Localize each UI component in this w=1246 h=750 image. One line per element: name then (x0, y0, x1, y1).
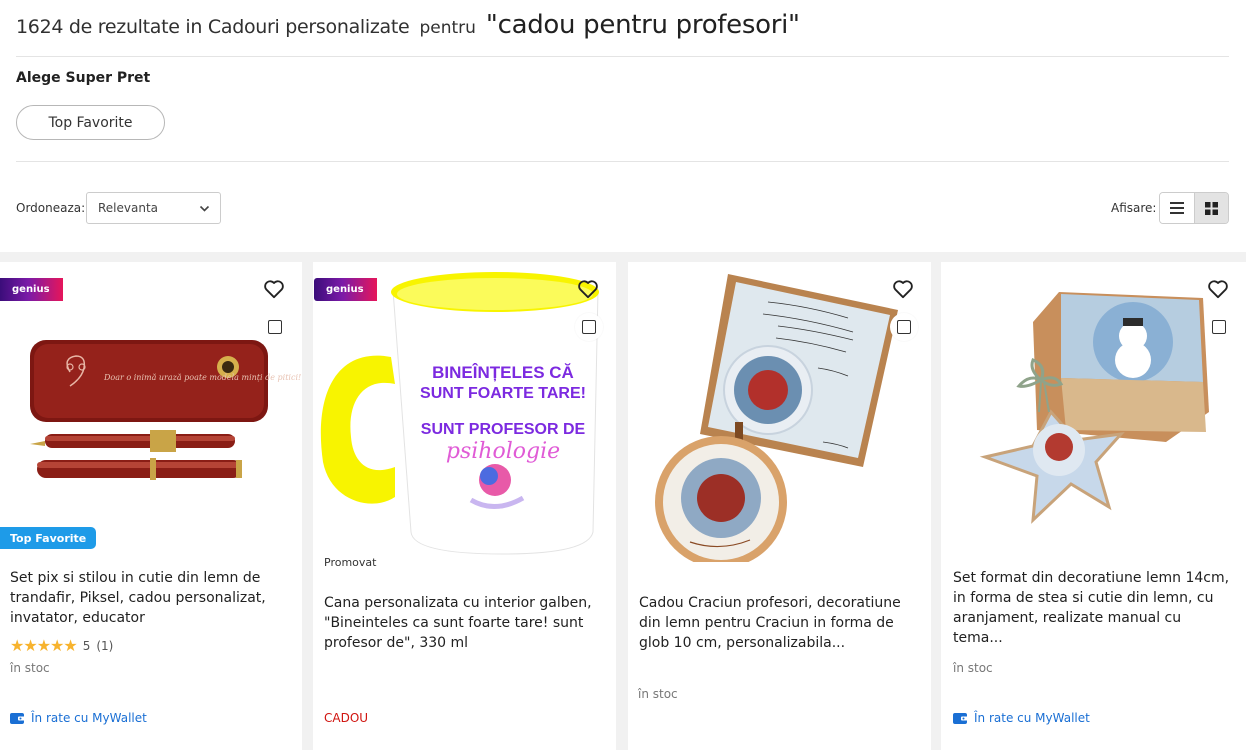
mug-text-line: SUNT FOARTE TARE! (420, 385, 586, 402)
results-for-label: pentru (419, 18, 476, 38)
mug-text-line: psihologie (446, 439, 560, 464)
product-card[interactable]: Set format din decoratiune lemn 14cm, in… (941, 262, 1246, 750)
product-title[interactable]: Cadou Craciun profesori, decoratiune din… (639, 593, 919, 653)
sort-select[interactable]: Relevanta (86, 192, 221, 224)
top-favorite-filter-chip[interactable]: Top Favorite (16, 105, 165, 140)
product-image[interactable]: BINEÎNȚELES CĂ SUNT FOARTE TARE! SUNT PR… (313, 262, 616, 562)
results-count: 1624 de rezultate in Cadouri personaliza… (16, 16, 410, 38)
filter-title: Alege Super Pret (16, 70, 151, 86)
list-view-button[interactable] (1160, 193, 1194, 223)
star-rating-icon: ★★★★★ (10, 636, 78, 655)
heart-icon[interactable] (892, 279, 914, 299)
product-card[interactable]: Cadou Craciun profesori, decoratiune din… (628, 262, 931, 750)
promoted-label: Promovat (324, 556, 377, 569)
compare-checkbox[interactable] (897, 320, 911, 334)
mug-text-line: BINEÎNȚELES CĂ (432, 363, 574, 382)
heart-icon[interactable] (1207, 279, 1229, 299)
genius-badge: genius (314, 278, 377, 301)
product-rating: ★★★★★ 5 (1) (10, 636, 113, 655)
mug-text-line: SUNT PROFESOR DE (421, 421, 586, 438)
list-icon (1169, 202, 1184, 214)
engraving-text: Doar o inimă urază poate modela minți de… (103, 373, 301, 382)
view-toggle (1159, 192, 1229, 224)
product-card[interactable]: BINEÎNȚELES CĂ SUNT FOARTE TARE! SUNT PR… (313, 262, 616, 750)
heart-icon[interactable] (577, 279, 599, 299)
chevron-down-icon (199, 205, 210, 212)
search-query: "cadou pentru profesori" (485, 10, 800, 40)
cadou-tag: CADOU (324, 711, 369, 725)
stock-status: în stoc (953, 661, 993, 675)
compare-checkbox[interactable] (582, 320, 596, 334)
stock-status: în stoc (10, 661, 50, 675)
product-title[interactable]: Cana personalizata cu interior galben, "… (324, 593, 604, 653)
wallet-icon (10, 713, 25, 724)
compare-checkbox[interactable] (1212, 320, 1226, 334)
grid-icon (1204, 201, 1218, 215)
mywallet-label: În rate cu MyWallet (974, 711, 1090, 725)
view-label: Afisare: (1111, 201, 1157, 215)
rating-value: 5 (82, 638, 91, 653)
product-image[interactable] (941, 262, 1246, 562)
product-title[interactable]: Set pix si stilou in cutie din lemn de t… (10, 568, 290, 628)
mywallet-link[interactable]: În rate cu MyWallet (10, 711, 147, 725)
product-image[interactable] (628, 262, 931, 562)
stock-status: în stoc (638, 687, 678, 701)
sort-selected-value: Relevanta (98, 201, 159, 215)
product-image[interactable]: Doar o inimă urază poate modela minți de… (0, 262, 302, 562)
divider (16, 161, 1229, 162)
wallet-icon (953, 713, 968, 724)
grid-view-button[interactable] (1193, 193, 1228, 223)
heart-icon[interactable] (263, 279, 285, 299)
mywallet-label: În rate cu MyWallet (31, 711, 147, 725)
genius-badge: genius (0, 278, 63, 301)
product-card[interactable]: Doar o inimă urază poate modela minți de… (0, 262, 302, 750)
compare-checkbox[interactable] (268, 320, 282, 334)
mywallet-link[interactable]: În rate cu MyWallet (953, 711, 1090, 725)
results-header: 1624 de rezultate in Cadouri personaliza… (16, 10, 800, 46)
top-favorite-badge: Top Favorite (0, 527, 97, 549)
rating-count: (1) (96, 638, 114, 653)
sort-label: Ordoneaza: (16, 201, 86, 215)
product-title[interactable]: Set format din decoratiune lemn 14cm, in… (953, 568, 1234, 648)
divider (16, 56, 1229, 57)
